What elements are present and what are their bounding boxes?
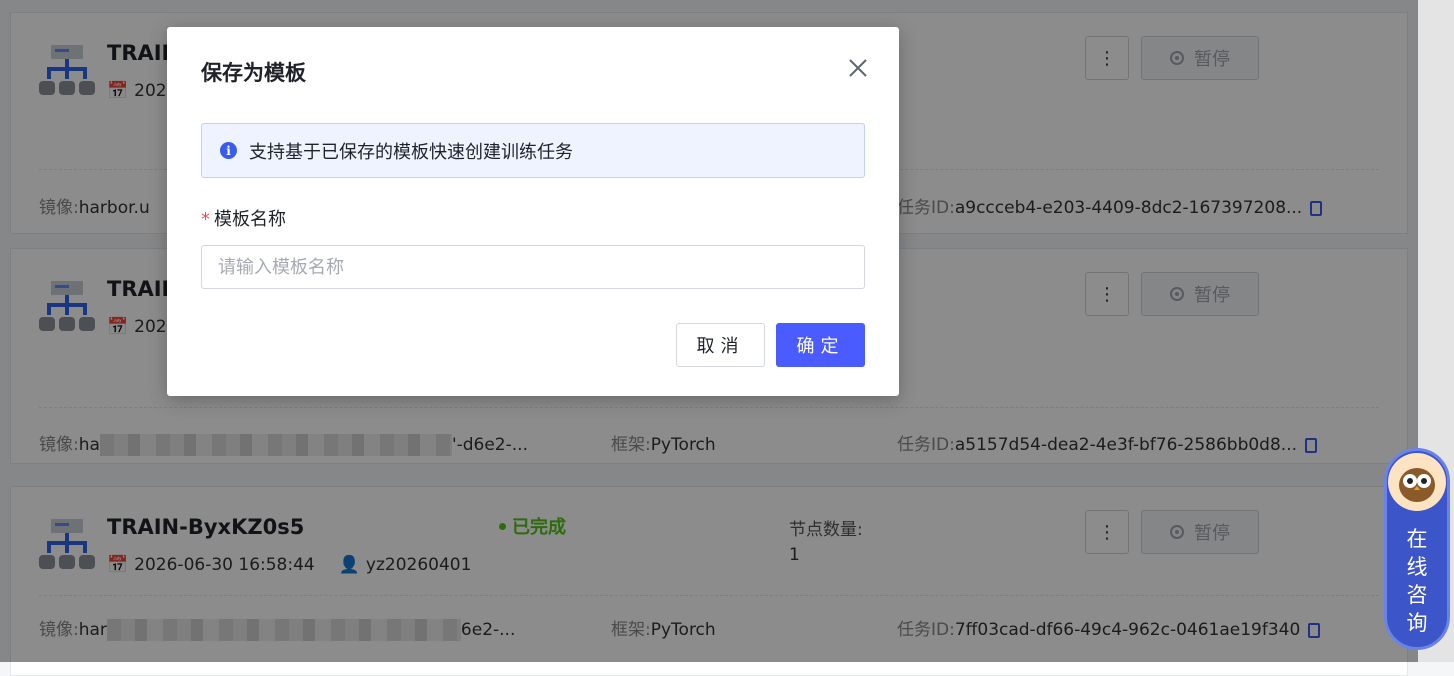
save-template-dialog: 保存为模板 i 支持基于已保存的模板快速创建训练任务 *模板名称 取消 确定	[167, 27, 899, 396]
dialog-title: 保存为模板	[201, 61, 306, 85]
info-text: 支持基于已保存的模板快速创建训练任务	[249, 141, 573, 163]
template-name-input[interactable]	[201, 245, 865, 289]
cancel-button[interactable]: 取消	[676, 323, 765, 367]
online-consult-label: 在线咨询	[1406, 527, 1428, 635]
info-icon: i	[220, 142, 237, 159]
info-alert: i 支持基于已保存的模板快速创建训练任务	[201, 123, 865, 178]
required-mark: *	[201, 209, 210, 230]
online-consult-button[interactable]: 在线咨询	[1384, 448, 1450, 650]
template-name-label: * 模板名称	[201, 205, 286, 231]
confirm-button[interactable]: 确定	[776, 323, 865, 367]
owl-mascot-icon	[1388, 453, 1446, 511]
close-icon[interactable]	[843, 53, 873, 83]
template-name-label-text: 模板名称	[214, 209, 286, 230]
